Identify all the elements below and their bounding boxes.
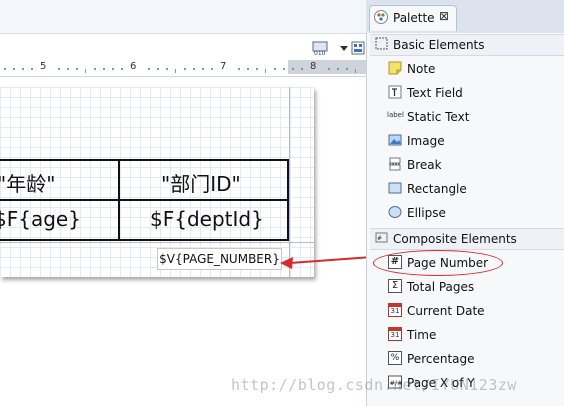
palette-item-ellipse[interactable]: Ellipse bbox=[407, 206, 446, 220]
watermark: http://blog.csdn.net/IYUN123zw bbox=[231, 376, 517, 394]
palette-item-break[interactable]: Break bbox=[407, 158, 442, 172]
page-margin-guide bbox=[289, 87, 290, 277]
field-dept-id[interactable]: $F{deptId} bbox=[150, 207, 264, 231]
ruler-tick bbox=[301, 68, 303, 70]
image-icon bbox=[388, 134, 402, 146]
static-text-icon: label bbox=[387, 111, 404, 119]
band-separator-guide bbox=[0, 242, 314, 243]
ruler-tick bbox=[355, 69, 356, 73]
ruler-tick bbox=[67, 68, 69, 70]
ruler-tick bbox=[157, 68, 159, 70]
palette-item-current-date[interactable]: Current Date bbox=[407, 304, 485, 318]
palette-item-total-pages[interactable]: Total Pages bbox=[407, 280, 474, 294]
ruler-tick bbox=[328, 68, 330, 70]
annotation-arrow bbox=[280, 256, 373, 269]
svg-text:010: 010 bbox=[314, 50, 326, 56]
table-row-divider bbox=[0, 199, 287, 201]
svg-text:#: # bbox=[377, 235, 382, 242]
column-header-age[interactable]: "年龄" bbox=[0, 168, 55, 197]
calendar-icon: 31 bbox=[388, 303, 402, 317]
ruler-tick bbox=[292, 68, 294, 70]
palette-item-time[interactable]: Time bbox=[407, 328, 436, 342]
ruler-tick bbox=[103, 68, 105, 70]
ruler-number: 7 bbox=[220, 61, 227, 72]
ruler-tick bbox=[94, 68, 96, 70]
ruler-tick bbox=[202, 68, 204, 70]
page-number-field[interactable]: $V{PAGE_NUMBER} bbox=[157, 248, 282, 270]
calendar-icon: 31 bbox=[388, 327, 402, 341]
column-header-dept-id[interactable]: "部门ID" bbox=[161, 168, 241, 197]
ruler-tick bbox=[121, 68, 123, 70]
ruler-tick bbox=[193, 68, 195, 70]
marquee-icon bbox=[375, 37, 388, 50]
ruler-number: 5 bbox=[40, 61, 47, 72]
break-icon bbox=[389, 157, 401, 171]
field-age[interactable]: $F{age} bbox=[0, 207, 81, 231]
ruler-tick bbox=[283, 68, 285, 70]
ruler-tick bbox=[238, 68, 240, 70]
palette-item-static-text[interactable]: Static Text bbox=[407, 110, 469, 124]
ellipse-icon bbox=[388, 206, 402, 218]
ruler-tick bbox=[337, 68, 339, 70]
layout-icon[interactable] bbox=[350, 40, 366, 56]
ruler-tick bbox=[274, 68, 276, 70]
ruler-tick bbox=[265, 69, 266, 73]
close-icon[interactable]: ⊠ bbox=[439, 9, 449, 23]
palette-item-rectangle[interactable]: Rectangle bbox=[407, 182, 467, 196]
editor-header-strip bbox=[0, 0, 366, 34]
ruler-tick bbox=[148, 68, 150, 70]
percent-icon: % bbox=[388, 351, 402, 365]
composite-group-icon: # bbox=[375, 232, 388, 243]
annotation-highlight-ellipse bbox=[373, 250, 503, 276]
palette-icon bbox=[374, 10, 388, 24]
ruler-number: 8 bbox=[310, 61, 317, 72]
ruler-tick bbox=[13, 68, 15, 70]
group-composite-elements-label: Composite Elements bbox=[393, 232, 517, 246]
ruler-tick bbox=[346, 68, 348, 70]
ruler-tick bbox=[184, 68, 186, 70]
note-icon bbox=[388, 61, 402, 75]
zoom-ruler-icon[interactable]: 010 bbox=[312, 40, 328, 57]
sigma-icon: Σ bbox=[388, 279, 402, 293]
ruler-tick bbox=[166, 68, 168, 70]
palette-tab-label: Palette bbox=[393, 11, 435, 25]
palette-item-text-field[interactable]: Text Field bbox=[407, 86, 463, 100]
palette-item-image[interactable]: Image bbox=[407, 134, 445, 148]
ruler-tick bbox=[112, 68, 114, 70]
ruler-tick bbox=[85, 69, 86, 73]
ruler-tick bbox=[76, 68, 78, 70]
table-column-divider bbox=[118, 161, 120, 241]
ruler-tick bbox=[31, 68, 33, 70]
ruler-tick bbox=[256, 68, 258, 70]
palette-item-percentage[interactable]: Percentage bbox=[407, 352, 475, 366]
ruler-tick bbox=[211, 68, 213, 70]
text-field-icon bbox=[388, 85, 402, 99]
ruler-number: 6 bbox=[130, 61, 137, 72]
ruler-tick bbox=[4, 68, 6, 70]
ruler-tick bbox=[58, 68, 60, 70]
ruler-tick bbox=[175, 69, 176, 73]
rectangle-icon bbox=[388, 182, 402, 194]
group-basic-elements-label: Basic Elements bbox=[393, 38, 485, 52]
ruler-tick bbox=[22, 68, 24, 70]
palette-item-note[interactable]: Note bbox=[407, 62, 435, 76]
ruler-tick bbox=[247, 68, 249, 70]
